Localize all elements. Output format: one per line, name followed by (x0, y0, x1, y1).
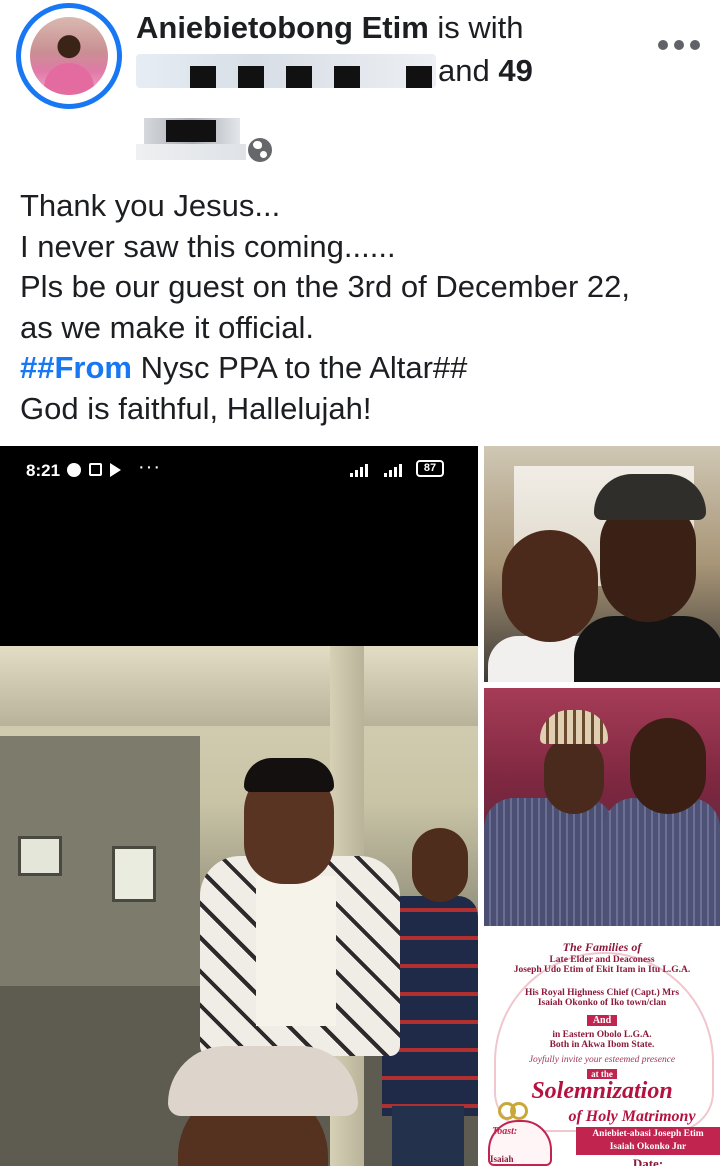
redaction-block (286, 66, 312, 88)
couple-name: Aniebiet-abasi Joseph Etim (592, 1129, 704, 1139)
invitation-date-label: Date: (632, 1156, 664, 1166)
with-text: is with (437, 10, 524, 45)
redaction-block (238, 66, 264, 88)
battery-icon: 87 (416, 460, 444, 477)
more-options-icon[interactable] (654, 28, 704, 62)
others-text[interactable]: and 49 (438, 50, 533, 92)
toast-label: Toast: (492, 1126, 518, 1137)
scene-window (112, 846, 156, 902)
scene-roof (0, 646, 478, 726)
post-meta (136, 118, 296, 164)
person-figure (604, 798, 720, 926)
redacted-meta (136, 144, 246, 160)
phone-status-bar: 8:21 ··· 87 (0, 446, 478, 494)
classroom-scene (0, 646, 478, 1166)
hashtag-link[interactable]: ##From (20, 350, 132, 385)
more-notifications-icon: ··· (138, 456, 161, 478)
dot (674, 40, 684, 50)
scene-window (18, 836, 62, 876)
and-text: and (438, 53, 490, 88)
invitation-and: And (484, 1015, 720, 1026)
post-body: Thank you Jesus... I never saw this comi… (20, 186, 710, 430)
post-line: Thank you Jesus... (20, 188, 281, 223)
person-figure (256, 876, 336, 1026)
globe-icon[interactable] (248, 138, 272, 162)
photo-couple-selfie[interactable] (484, 446, 720, 682)
notification-icon (89, 463, 102, 476)
person-figure (594, 474, 706, 520)
author-name[interactable]: Aniebietobong Etim (136, 10, 429, 45)
redaction-block (190, 66, 216, 88)
person-figure (630, 718, 706, 814)
invitation-invite: Joyfully invite your esteemed presence (528, 1055, 676, 1065)
invitation-text: Isaiah Okonko of Iko town/clan (537, 998, 667, 1008)
person-figure (544, 736, 604, 814)
hashtag-line: ##From Nysc PPA to the Altar## (20, 348, 710, 389)
person-figure (392, 1106, 464, 1166)
photo-invitation-card[interactable]: The Families of Late Elder and Deaconess… (484, 932, 720, 1166)
person-figure (540, 710, 608, 744)
person-figure (168, 1046, 358, 1116)
post-line: I never saw this coming...... (20, 228, 396, 264)
play-icon (110, 463, 121, 477)
signal-icon (350, 464, 368, 477)
redaction-block (406, 66, 432, 88)
person-figure (600, 502, 696, 622)
dot (658, 40, 668, 50)
profile-avatar[interactable] (16, 3, 122, 109)
post-line: as we make it official. (20, 309, 315, 345)
toast-name: Isaiah (490, 1154, 514, 1164)
person-figure (502, 530, 598, 642)
photo-couple-pre-wedding[interactable] (484, 688, 720, 926)
hashtag-text: Nysc PPA to the Altar## (131, 350, 468, 386)
others-count: 49 (498, 53, 533, 88)
signal-icon (384, 464, 402, 477)
avatar-photo (30, 17, 108, 95)
person-figure (244, 758, 334, 792)
person-figure (412, 828, 468, 902)
redaction-block (166, 120, 216, 142)
redaction-block (334, 66, 360, 88)
post-line: God is faithful, Hallelujah! (20, 390, 372, 426)
couple-name: Isaiah Okonko Jnr (609, 1142, 687, 1152)
post-header-line: Aniebietobong Etim is with (136, 8, 524, 48)
status-time: 8:21 (26, 461, 61, 480)
post-line: Pls be our guest on the 3rd of December … (20, 269, 631, 305)
invitation-text: Both in Akwa Ibom State. (549, 1040, 655, 1050)
invitation-subtitle: of Holy Matrimony (568, 1108, 696, 1125)
invitation-and-label: And (586, 1015, 618, 1026)
person-figure (484, 798, 614, 926)
invitation-heading: The Families of (562, 940, 642, 954)
invitation-text: Joseph Udo Etim of Ekit Itam in Itu L.G.… (513, 965, 691, 975)
photo-main[interactable]: 8:21 ··· 87 (0, 446, 478, 1166)
person-figure (574, 616, 720, 682)
dot (690, 40, 700, 50)
tagged-friends-line: and 49 (136, 50, 556, 92)
messenger-icon (67, 463, 81, 477)
